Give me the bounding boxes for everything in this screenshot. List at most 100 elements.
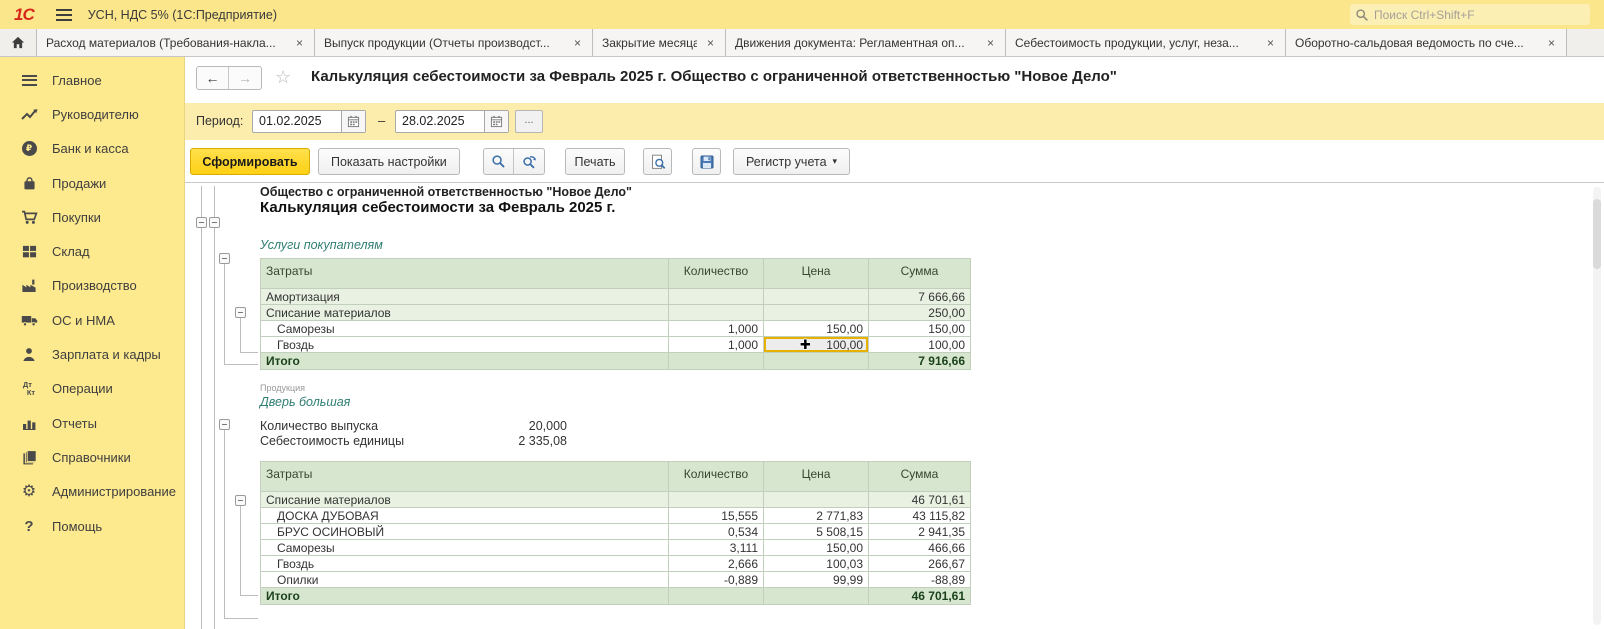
forward-button[interactable]: → [229,67,261,89]
favorite-star-icon[interactable]: ☆ [275,67,291,88]
table-row: Саморезы 1,000 150,00 150,00 [261,321,971,337]
sidebar-item-bank-i-kassa[interactable]: ₽ Банк и касса [0,132,184,166]
close-icon[interactable]: × [572,36,583,50]
period-dash: – [378,113,385,128]
total-row: Итого 46 701,61 [261,588,971,605]
calendar-icon[interactable] [484,111,508,132]
home-tab[interactable] [0,29,37,56]
group-tree-line [224,264,225,364]
col-header-expense[interactable]: Затраты [261,259,669,289]
search-placeholder: Поиск Ctrl+Shift+F [1374,8,1475,22]
books-icon [18,450,40,465]
scrollbar-thumb[interactable] [1593,199,1601,269]
table-row: Списание материалов 46 701,61 [261,492,971,508]
menu-lines-icon [22,75,37,86]
save-button[interactable] [692,148,721,175]
cart-icon [18,210,40,225]
sidebar-item-otchety[interactable]: Отчеты [0,406,184,440]
collapse-icon[interactable] [235,495,246,506]
period-to-value[interactable]: 28.02.2025 [396,111,484,132]
tab-sebestoimost-produkcii[interactable]: Себестоимость продукции, услуг, неза... … [1006,29,1286,56]
warehouse-boxes-icon [18,244,40,259]
report-toolbar: Сформировать Показать настройки Печать Р… [185,140,1604,182]
table-row: Гвоздь 1,000 ✚ 100,00 100,00 [261,337,971,353]
calendar-icon[interactable] [341,111,365,132]
sidebar-item-pomosch[interactable]: ? Помощь [0,509,184,543]
tab-raskhod-materialov[interactable]: Расход материалов (Требования-накла... × [37,29,315,56]
tab-zakrytie-mesyaca[interactable]: Закрытие месяца × [593,29,726,56]
sidebar-item-administrirovanie[interactable]: ⚙ Администрирование [0,475,184,509]
selected-cell[interactable]: ✚ 100,00 [764,337,869,353]
sidebar-item-operacii[interactable]: ДтКт Операции [0,372,184,406]
bag-icon [18,176,40,191]
group-tree-line [240,352,258,353]
period-from-value[interactable]: 01.02.2025 [253,111,341,132]
factory-icon [18,278,40,293]
sidebar-item-os-i-nma[interactable]: ОС и НМА [0,303,184,337]
period-label: Период: [196,114,243,128]
col-header-expense[interactable]: Затраты [261,462,669,492]
tab-vypusk-produkcii[interactable]: Выпуск продукции (Отчеты производст... × [315,29,593,56]
collapse-icon[interactable] [209,217,220,228]
sidebar-item-spravochniki[interactable]: Справочники [0,440,184,474]
show-settings-button[interactable]: Показать настройки [318,148,460,175]
col-header-sum[interactable]: Сумма [869,462,971,492]
close-icon[interactable]: × [985,36,996,50]
close-icon[interactable]: × [294,36,305,50]
find-next-button[interactable] [514,149,544,174]
period-panel: Период: 01.02.2025 – 28.02.2025 ... [185,103,1604,140]
collapse-icon[interactable] [219,253,230,264]
col-header-price[interactable]: Цена [764,462,869,492]
vertical-scrollbar[interactable] [1593,187,1601,625]
sidebar-item-prodazhi[interactable]: Продажи [0,166,184,200]
period-to-field[interactable]: 28.02.2025 [395,110,509,133]
close-icon[interactable]: × [1546,36,1557,50]
group-tree-line [201,186,202,629]
form-header: ← → ☆ Калькуляция себестоимости за Февра… [185,57,1604,103]
sidebar-item-proizvodstvo[interactable]: Производство [0,269,184,303]
generate-button[interactable]: Сформировать [190,148,310,175]
group-tree-line [240,506,241,595]
main-menu-icon[interactable] [56,9,72,21]
collapse-icon[interactable] [235,307,246,318]
find-button[interactable] [484,149,514,174]
print-preview-button[interactable] [643,148,672,175]
collapse-icon[interactable] [196,217,207,228]
1c-logo-icon: 1С [14,5,34,25]
sidebar-item-pokupki[interactable]: Покупки [0,200,184,234]
back-button[interactable]: ← [197,67,229,89]
group-tree-line [224,618,258,619]
section1-group-title[interactable]: Услуги покупателям [260,238,383,252]
table-row: ДОСКА ДУБОВАЯ 15,555 2 771,83 43 115,82 [261,508,971,524]
print-button[interactable]: Печать [565,148,625,175]
info-row: Количество выпуска 20,000 [260,419,567,433]
period-from-field[interactable]: 01.02.2025 [252,110,366,133]
tab-dvizheniya-dokumenta[interactable]: Движения документа: Регламентная оп... × [726,29,1006,56]
section2-group-title[interactable]: Дверь большая [260,395,350,409]
global-search-input[interactable]: Поиск Ctrl+Shift+F [1350,4,1590,25]
col-header-qty[interactable]: Количество [669,259,764,289]
truck-icon [18,314,40,327]
home-icon [10,35,26,50]
main-area: ← → ☆ Калькуляция себестоимости за Февра… [185,57,1604,629]
tab-oborotno-saldovaya[interactable]: Оборотно-сальдовая ведомость по сче... × [1286,29,1567,56]
close-icon[interactable]: × [1265,36,1276,50]
col-header-qty[interactable]: Количество [669,462,764,492]
sidebar-item-sklad[interactable]: Склад [0,234,184,268]
sidebar-item-glavnoe[interactable]: Главное [0,63,184,97]
table-row: Гвоздь 2,666 100,03 266,67 [261,556,971,572]
col-header-sum[interactable]: Сумма [869,259,971,289]
col-header-price[interactable]: Цена [764,259,869,289]
sidebar-item-zarplata-i-kadry[interactable]: Зарплата и кадры [0,337,184,371]
cursor-cross-icon: ✚ [800,337,811,353]
search-icon [1355,8,1369,22]
sidebar-item-rukovoditelyu[interactable]: Руководителю [0,97,184,131]
costs-table-services: Затраты Количество Цена Сумма Амортизаци… [260,258,971,370]
bar-chart-icon [18,416,40,430]
collapse-icon[interactable] [219,419,230,430]
save-floppy-icon [699,154,715,170]
register-dropdown-button[interactable]: Регистр учета ▾ [733,148,850,175]
page-title: Калькуляция себестоимости за Февраль 202… [311,68,1117,85]
close-icon[interactable]: × [705,36,716,50]
period-more-button[interactable]: ... [515,110,543,133]
